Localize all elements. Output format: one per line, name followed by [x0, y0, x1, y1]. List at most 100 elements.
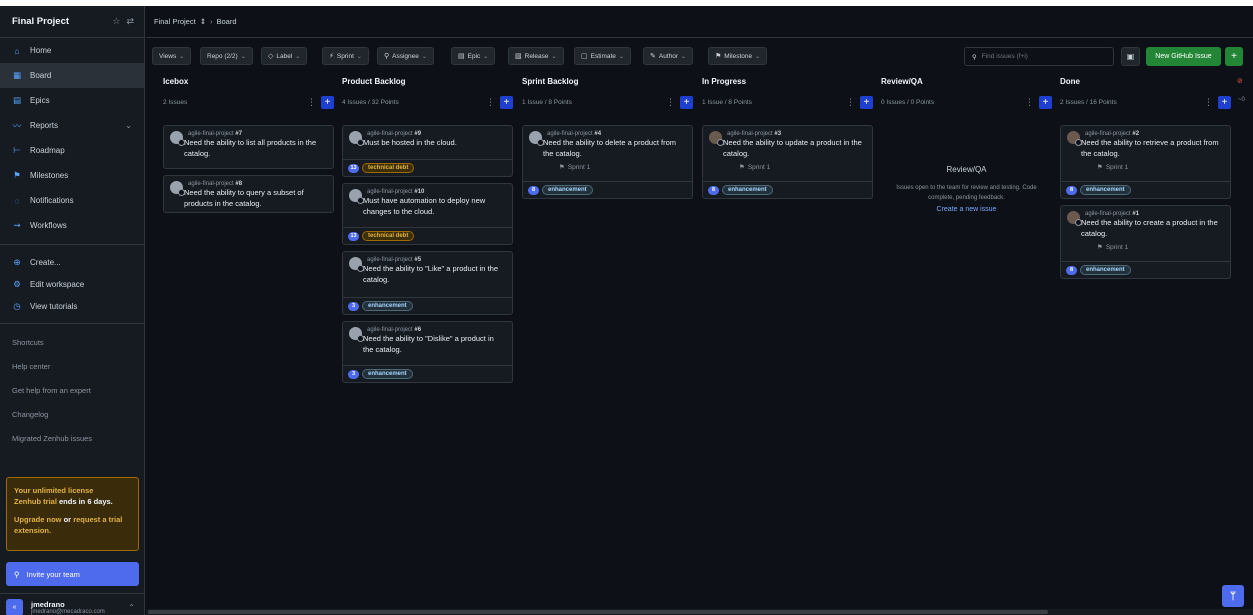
column-title[interactable]: Sprint Backlog: [522, 77, 693, 91]
sidebar-actions: ⊕ Create... ⚙ Edit workspace ◷ View tutorials: [0, 251, 144, 317]
workspace-header[interactable]: Final Project ☆ ⇄: [0, 6, 144, 38]
column-title[interactable]: Review/QA: [881, 77, 1052, 91]
sidebar-link[interactable]: Get help from an expert: [0, 378, 144, 402]
horizontal-scrollbar[interactable]: [146, 609, 1253, 615]
issue-title[interactable]: Need the ability to create a product in …: [1081, 217, 1224, 239]
filter-assignee[interactable]: ⚲ Assignee ⌄: [377, 47, 434, 65]
filter-epic[interactable]: ▤ Epic ⌄: [451, 47, 496, 65]
assignee-avatar: [709, 131, 724, 146]
sidebar-item-roadmap[interactable]: ⊢ Roadmap: [0, 138, 144, 163]
issue-title[interactable]: Must have automation to deploy new chang…: [363, 195, 506, 217]
issue-card[interactable]: agile-final-project #2 Need the ability t…: [1060, 125, 1231, 199]
star-icon[interactable]: ☆: [112, 16, 120, 27]
empty-description: Issues open to the team for review and t…: [896, 185, 1037, 201]
sparkle-icon: ᛘ: [1230, 590, 1236, 602]
sidebar-item-reports[interactable]: 〰 Reports ⌄: [0, 113, 144, 138]
breadcrumb-project[interactable]: Final Project: [154, 17, 196, 26]
filter-repo[interactable]: Repo (2/2) ⌄: [200, 47, 253, 65]
board-settings-icon[interactable]: ▣: [1121, 47, 1140, 66]
filter-milestone[interactable]: ⚑ Milestone ⌄: [708, 47, 768, 65]
issue-card[interactable]: agile-final-project #6 Need the ability t…: [342, 321, 513, 383]
sidebar-item-workflows[interactable]: ⇝ Workflows: [0, 213, 144, 238]
filter-sprint[interactable]: ⚡ Sprint ⌄: [322, 47, 369, 65]
add-issue-icon[interactable]: +: [500, 95, 513, 109]
more-icon[interactable]: ⋮: [666, 97, 675, 108]
issue-card[interactable]: agile-final-project #1 Need the ability t…: [1060, 205, 1231, 279]
sidebar-action-1[interactable]: ⚙ Edit workspace: [0, 273, 144, 295]
label-badge[interactable]: enhancement: [542, 185, 593, 195]
sidebar-link[interactable]: Changelog: [0, 402, 144, 426]
sidebar-nav: ⌂ Home ▦ Board ▤ Epics 〰 Reports ⌄ ⊢ Roadmap ⚑ Miles…: [0, 38, 144, 238]
column-title[interactable]: In Progress: [702, 77, 873, 91]
create-issue-link[interactable]: Create a new issue: [881, 206, 1052, 213]
issue-title[interactable]: Need the ability to update a product in …: [723, 137, 866, 159]
label-badge[interactable]: technical debt: [362, 163, 415, 173]
issue-title[interactable]: Need the ability to "Dislike" a product …: [363, 333, 506, 355]
sidebar-item-board[interactable]: ▦ Board: [0, 63, 144, 88]
issue-card[interactable]: agile-final-project #4 Need the ability t…: [522, 125, 693, 199]
issue-title[interactable]: Need the ability to delete a product fro…: [543, 137, 686, 159]
filter-release[interactable]: ▧ Release ⌄: [508, 47, 564, 65]
add-issue-icon[interactable]: +: [680, 95, 693, 109]
filter-estimate[interactable]: ▢ Estimate ⌄: [574, 47, 631, 65]
estimate-badge: 8: [708, 185, 719, 195]
sidebar-item-notifications[interactable]: ◌ Notifications: [0, 188, 144, 213]
more-icon[interactable]: ⋮: [486, 97, 495, 108]
label-badge[interactable]: enhancement: [362, 369, 413, 379]
filter-views[interactable]: Views ⌄: [152, 47, 192, 65]
column-title[interactable]: Done: [1060, 77, 1231, 91]
sidebar-item-label: Milestones: [30, 171, 69, 180]
new-github-issue-button[interactable]: New GitHub Issue: [1146, 47, 1221, 66]
more-icon[interactable]: ⋮: [846, 97, 855, 108]
sidebar-link[interactable]: Help center: [0, 354, 144, 378]
upgrade-link[interactable]: Upgrade now: [14, 515, 62, 524]
add-issue-icon[interactable]: +: [1218, 95, 1231, 109]
issue-title[interactable]: Need the ability to query a subset of pr…: [184, 187, 327, 209]
more-icon[interactable]: ⋮: [307, 97, 316, 108]
label-badge[interactable]: enhancement: [1080, 265, 1131, 275]
add-icon[interactable]: +: [1225, 47, 1243, 66]
chevron-down-icon: ⌄: [618, 53, 624, 60]
invite-team-button[interactable]: ⚲ Invite your team: [6, 562, 139, 586]
issue-card[interactable]: agile-final-project #8 Need the ability t…: [163, 175, 334, 213]
scrollbar-thumb[interactable]: [148, 610, 1048, 614]
issue-card[interactable]: agile-final-project #7 Need the ability t…: [163, 125, 334, 169]
issue-card[interactable]: agile-final-project #10 Must have automat…: [342, 183, 513, 245]
issue-title[interactable]: Need the ability to "Like" a product in …: [363, 263, 506, 285]
issue-title[interactable]: Must be hosted in the cloud.: [363, 137, 506, 148]
label-badge[interactable]: enhancement: [722, 185, 773, 195]
more-icon[interactable]: ⋮: [1204, 97, 1213, 108]
trial-line2a: Zenhub trial: [14, 497, 59, 506]
label-badge[interactable]: technical debt: [362, 231, 415, 241]
sidebar-item-epics[interactable]: ▤ Epics: [0, 88, 144, 113]
label-badge[interactable]: enhancement: [1080, 185, 1131, 195]
label-badge[interactable]: enhancement: [362, 301, 413, 311]
column-icebox: Icebox 2 Issues ⋮ + agile-final-project #7 Ne…: [163, 77, 334, 213]
filter-label[interactable]: ◇ Label ⌄: [261, 47, 308, 65]
more-icon[interactable]: ⋮: [1025, 97, 1034, 108]
issue-title[interactable]: Need the ability to retrieve a product f…: [1081, 137, 1224, 159]
github-icon: [357, 197, 364, 204]
alert-icon[interactable]: ⊘: [1237, 77, 1243, 85]
add-issue-icon[interactable]: +: [1039, 95, 1052, 109]
issue-card[interactable]: agile-final-project #3 Need the ability t…: [702, 125, 873, 199]
issue-title[interactable]: Need the ability to list all products in…: [184, 137, 327, 159]
zenhub-assistant-button[interactable]: ᛘ: [1222, 585, 1244, 607]
sidebar-link[interactable]: Shortcuts: [0, 330, 144, 354]
add-issue-icon[interactable]: +: [321, 95, 334, 109]
column-title[interactable]: Icebox: [163, 77, 334, 91]
column-title[interactable]: Product Backlog: [342, 77, 513, 91]
user-menu[interactable]: « jmedrano jmedrano@mecadraco.com ⌃: [0, 593, 145, 615]
issue-card[interactable]: agile-final-project #5 Need the ability t…: [342, 251, 513, 315]
sidebar-action-0[interactable]: ⊕ Create...: [0, 251, 144, 273]
sort-icon[interactable]: ⇕: [200, 17, 206, 26]
switch-workspace-icon[interactable]: ⇄: [126, 16, 134, 27]
issue-card[interactable]: agile-final-project #9 Must be hosted in …: [342, 125, 513, 177]
add-issue-icon[interactable]: +: [860, 95, 873, 109]
filter-author[interactable]: ✎ Author ⌄: [643, 47, 694, 65]
sidebar-link[interactable]: Migrated Zenhub issues: [0, 426, 144, 450]
search-input[interactable]: ⚲ Find issues (f+i): [964, 47, 1114, 66]
sidebar-action-2[interactable]: ◷ View tutorials: [0, 295, 144, 317]
sidebar-item-home[interactable]: ⌂ Home: [0, 38, 144, 63]
sidebar-item-milestones[interactable]: ⚑ Milestones: [0, 163, 144, 188]
